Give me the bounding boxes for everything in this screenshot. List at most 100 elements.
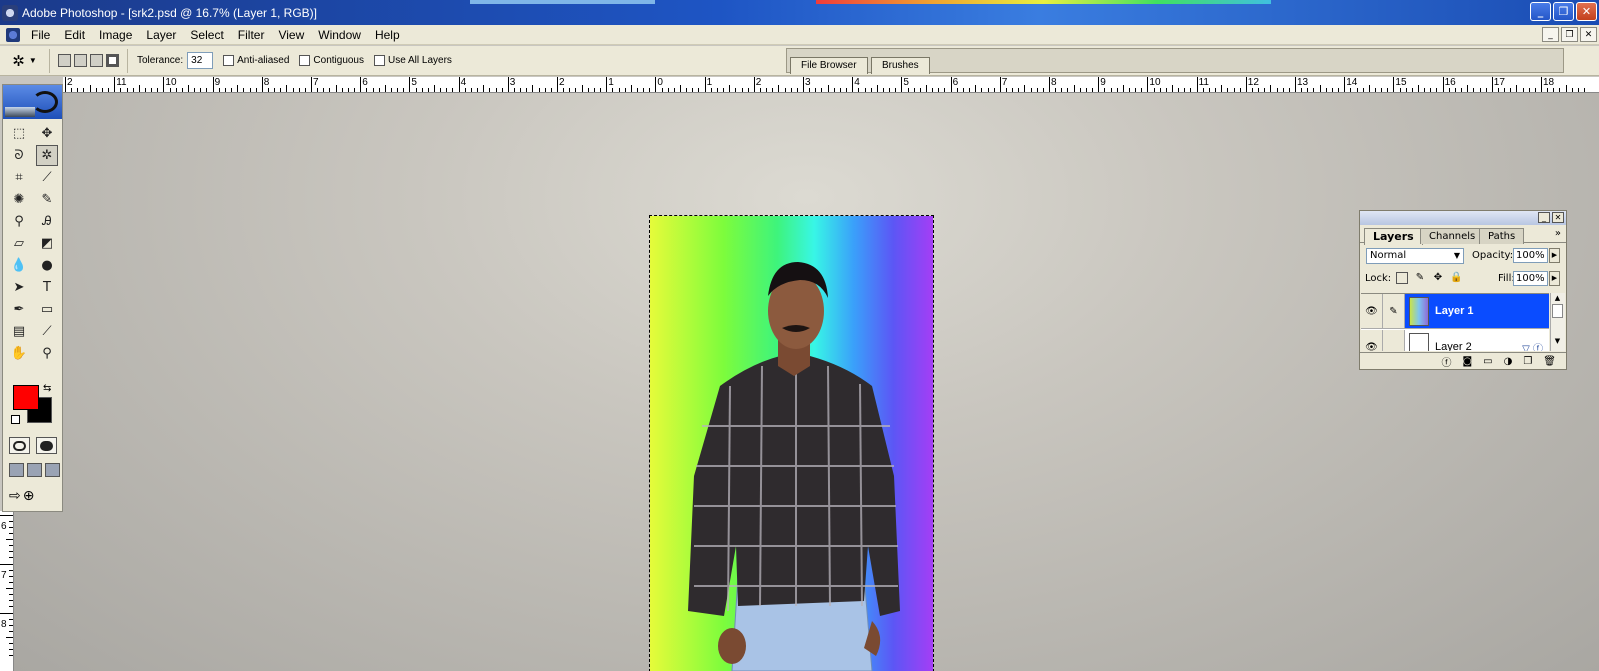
menu-select[interactable]: Select: [183, 28, 230, 42]
tab-file-browser[interactable]: File Browser: [790, 57, 868, 74]
menu-help[interactable]: Help: [368, 28, 407, 42]
move-tool[interactable]: ✥: [36, 123, 58, 144]
slice-tool[interactable]: ⟋: [36, 167, 58, 188]
opacity-slider-button[interactable]: ▶: [1549, 248, 1560, 263]
contiguous-checkbox[interactable]: Contiguous: [299, 55, 364, 66]
horizontal-ruler[interactable]: 2 11 10 9 8 7 6 5 4 3 2 1 0 1 2 3 4 5 6 7 8 9 10 11 12 13 14 15 16 17…: [63, 77, 1599, 93]
brush-tool[interactable]: ✎: [36, 189, 58, 210]
anti-aliased-checkbox[interactable]: Anti-aliased: [223, 55, 289, 66]
pen-tool[interactable]: ✒: [8, 299, 30, 320]
swap-colors-icon[interactable]: ⇆: [43, 383, 51, 394]
layer-row-layer-2[interactable]: 👁 Layer 2 ▽ ⓕ: [1361, 330, 1549, 351]
tolerance-input[interactable]: 32: [187, 52, 214, 69]
clone-stamp-tool[interactable]: ⚲: [8, 211, 30, 232]
tab-layers[interactable]: Layers: [1364, 228, 1423, 245]
rectangular-marquee-tool[interactable]: ⬚: [8, 123, 30, 144]
healing-brush-tool[interactable]: ✺: [8, 189, 30, 210]
restore-button[interactable]: ❐: [1553, 2, 1574, 21]
scroll-up-icon[interactable]: ▲: [1551, 293, 1564, 304]
imageready-icon[interactable]: ⊕: [23, 488, 35, 504]
eye-icon[interactable]: 👁: [1361, 294, 1383, 328]
trash-icon[interactable]: 🗑: [1543, 356, 1556, 367]
blur-tool[interactable]: 💧: [8, 255, 30, 276]
jump-to-imageready-icon[interactable]: ⇨: [9, 488, 21, 504]
new-selection-button[interactable]: [58, 54, 71, 67]
fill-slider-button[interactable]: ▶: [1549, 271, 1560, 286]
vertical-ruler[interactable]: 6 7 8: [0, 511, 14, 671]
ruler-minor-tick: [1424, 88, 1426, 92]
lock-image-pixels-icon[interactable]: ✎: [1414, 272, 1426, 284]
default-colors-icon[interactable]: [11, 415, 20, 424]
scroll-down-icon[interactable]: ▼: [1551, 336, 1564, 347]
link-slot[interactable]: [1383, 330, 1405, 351]
notes-tool[interactable]: ▤: [8, 321, 30, 342]
type-tool[interactable]: T: [36, 277, 58, 298]
history-brush-tool[interactable]: Ꭿ: [36, 211, 58, 232]
magic-wand-tool[interactable]: ✲: [36, 145, 58, 166]
layer-style-icon[interactable]: ⓕ: [1441, 354, 1451, 369]
photoshop-app-icon[interactable]: [2, 4, 18, 21]
zoom-tool[interactable]: ⚲: [36, 343, 58, 364]
document-canvas[interactable]: [649, 215, 934, 671]
eraser-tool[interactable]: ▱: [8, 233, 30, 254]
quick-mask-mode-button[interactable]: [36, 437, 57, 454]
brush-icon[interactable]: ✎: [1383, 294, 1405, 328]
ruler-minor-tick: [298, 88, 300, 92]
document-icon[interactable]: [6, 27, 20, 42]
menu-image[interactable]: Image: [92, 28, 139, 42]
menu-file[interactable]: File: [24, 28, 57, 42]
toolbox-header[interactable]: [3, 85, 62, 119]
ruler-tick-label: 10: [165, 77, 177, 88]
intersect-selection-button[interactable]: [106, 54, 119, 67]
path-selection-tool[interactable]: ➤: [8, 277, 30, 298]
eye-icon[interactable]: 👁: [1361, 330, 1383, 351]
layer-row-layer-1[interactable]: 👁 ✎ Layer 1: [1361, 294, 1549, 329]
paint-bucket-tool[interactable]: ◩: [36, 233, 58, 254]
document-restore-button[interactable]: ❐: [1561, 27, 1578, 42]
palette-close-button[interactable]: ✕: [1552, 212, 1564, 223]
minimize-button[interactable]: _: [1530, 2, 1551, 21]
scroll-thumb[interactable]: [1552, 304, 1563, 318]
tool-preset-picker[interactable]: ✲ ▼: [0, 48, 50, 73]
new-group-icon[interactable]: ▭: [1483, 356, 1492, 367]
layers-palette-titlebar[interactable]: _ ✕: [1360, 211, 1566, 225]
add-mask-icon[interactable]: ◙: [1462, 356, 1472, 367]
foreground-color-swatch[interactable]: [13, 385, 39, 410]
close-button[interactable]: ✕: [1576, 2, 1597, 21]
hand-tool[interactable]: ✋: [8, 343, 30, 364]
subtract-from-selection-button[interactable]: [90, 54, 103, 67]
full-screen-menu-mode-button[interactable]: [27, 463, 42, 477]
tab-paths[interactable]: Paths: [1479, 228, 1525, 244]
menu-layer[interactable]: Layer: [139, 28, 183, 42]
tab-channels[interactable]: Channels: [1420, 228, 1485, 244]
blend-mode-select[interactable]: Normal ▼: [1366, 248, 1464, 264]
lasso-tool[interactable]: ᘐ: [8, 145, 30, 166]
standard-screen-mode-button[interactable]: [9, 463, 24, 477]
lock-all-icon[interactable]: 🔒: [1450, 272, 1462, 284]
menu-view[interactable]: View: [271, 28, 311, 42]
document-close-button[interactable]: ✕: [1580, 27, 1597, 42]
fill-input[interactable]: 100%: [1513, 271, 1548, 286]
add-to-selection-button[interactable]: [74, 54, 87, 67]
lock-position-icon[interactable]: ✥: [1432, 272, 1444, 284]
dodge-tool[interactable]: ●: [36, 255, 58, 276]
rectangle-tool[interactable]: ▭: [36, 299, 58, 320]
standard-mode-button[interactable]: [9, 437, 30, 454]
palette-menu-icon[interactable]: »: [1555, 228, 1561, 239]
layer-list-scrollbar[interactable]: ▲ ▼: [1550, 293, 1565, 351]
menu-window[interactable]: Window: [311, 28, 368, 42]
menu-filter[interactable]: Filter: [231, 28, 272, 42]
eyedropper-tool[interactable]: ⟋: [36, 321, 58, 342]
crop-tool[interactable]: ⌗: [8, 167, 30, 188]
new-layer-icon[interactable]: ❐: [1523, 356, 1532, 367]
full-screen-mode-button[interactable]: [45, 463, 60, 477]
lock-transparent-pixels-icon[interactable]: [1396, 272, 1408, 284]
layer-effects-icon[interactable]: ▽ ⓕ: [1522, 340, 1543, 352]
opacity-input[interactable]: 100%: [1513, 248, 1548, 263]
menu-edit[interactable]: Edit: [57, 28, 92, 42]
tab-brushes[interactable]: Brushes: [871, 57, 930, 74]
document-minimize-button[interactable]: _: [1542, 27, 1559, 42]
use-all-layers-checkbox[interactable]: Use All Layers: [374, 55, 452, 66]
new-adjustment-layer-icon[interactable]: ◑: [1504, 356, 1513, 367]
palette-minimize-button[interactable]: _: [1538, 212, 1550, 223]
